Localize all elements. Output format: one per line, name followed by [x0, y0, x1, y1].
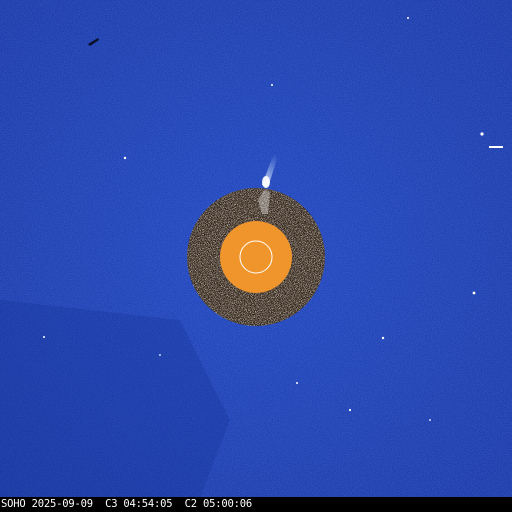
caption-bar: SOHO 2025-09-09 C3 04:54:05 C2 05:00:06 — [0, 497, 512, 512]
lasco-sky-field — [0, 0, 512, 497]
coronagraph-image: SOHO 2025-09-09 C3 04:54:05 C2 05:00:06 — [0, 0, 512, 512]
star — [480, 132, 484, 136]
star — [43, 336, 45, 338]
star — [381, 336, 385, 340]
star — [348, 408, 352, 412]
star — [296, 382, 298, 384]
occulter-disk — [220, 221, 292, 293]
star-streak — [489, 146, 503, 148]
star — [429, 419, 431, 421]
star — [123, 156, 127, 160]
star — [472, 291, 476, 295]
caption-text: SOHO 2025-09-09 C3 04:54:05 C2 05:00:06 — [1, 498, 252, 510]
star — [159, 354, 161, 356]
star — [407, 17, 409, 19]
star — [271, 84, 273, 86]
